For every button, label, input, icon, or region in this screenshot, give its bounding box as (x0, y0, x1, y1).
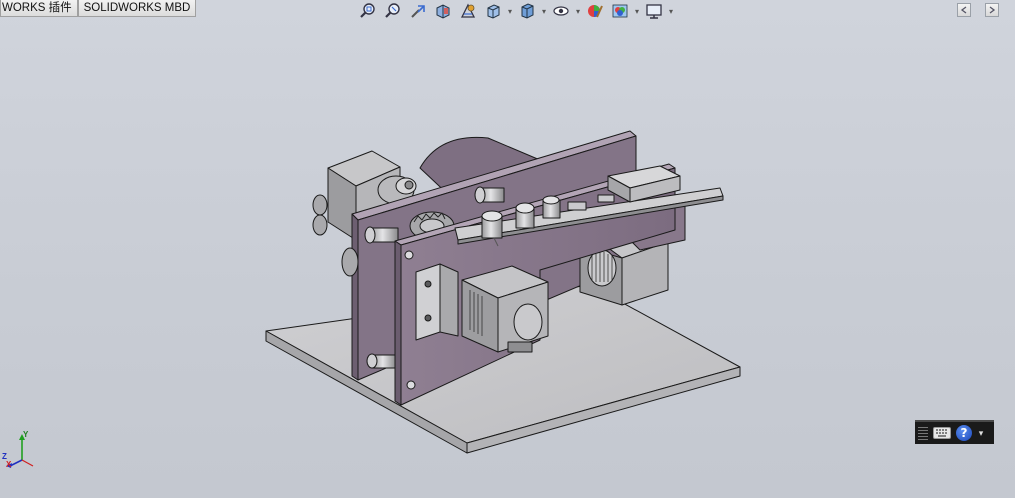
hud-menu-icon[interactable]: ▾ (976, 425, 986, 441)
help-icon[interactable]: ? (956, 425, 972, 441)
floating-hud: ? ▾ (915, 420, 994, 444)
triad-y-label: Y (23, 430, 29, 439)
model-viewport[interactable] (0, 0, 1015, 498)
hud-grip-icon[interactable] (918, 426, 928, 440)
triad-x-label: X (6, 460, 12, 469)
assembly-model (265, 130, 741, 454)
keyboard-icon[interactable] (932, 425, 952, 441)
reference-triad: Y Z X (2, 430, 36, 470)
